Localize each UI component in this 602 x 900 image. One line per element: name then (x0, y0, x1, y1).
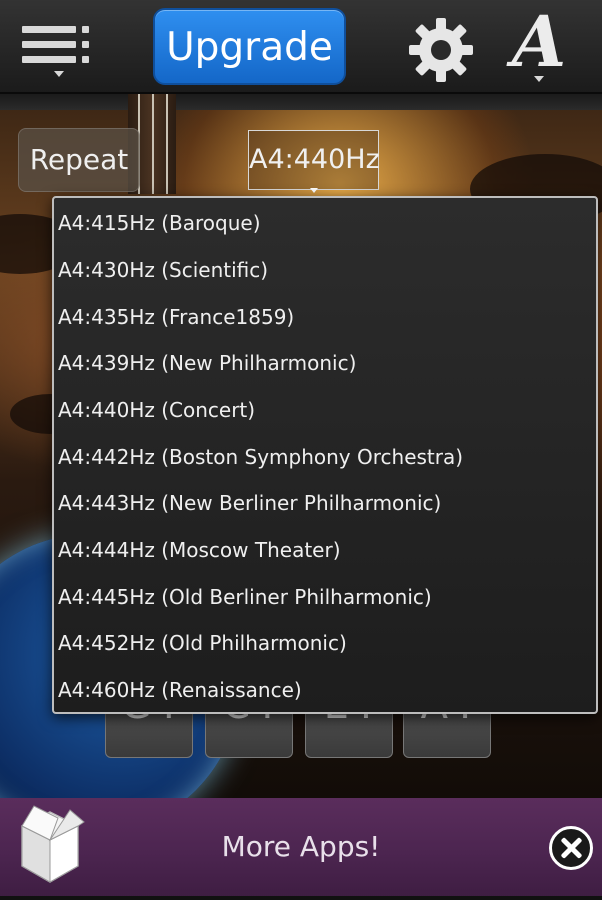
pitch-select[interactable]: A4:440Hz (248, 130, 380, 193)
font-button[interactable]: A (503, 6, 575, 86)
close-icon[interactable] (549, 826, 593, 870)
pitch-option[interactable]: A4:445Hz (Old Berliner Philharmonic) (58, 574, 588, 620)
pitch-dropdown-list: A4:415Hz (Baroque) A4:430Hz (Scientific)… (52, 196, 598, 714)
bottom-strip (0, 896, 602, 900)
gear-icon (409, 18, 473, 82)
more-apps-link[interactable]: More Apps! (0, 798, 602, 898)
pitch-option[interactable]: A4:443Hz (New Berliner Philharmonic) (58, 480, 588, 526)
pitch-option[interactable]: A4:452Hz (Old Philharmonic) (58, 620, 588, 666)
pitch-option[interactable]: A4:442Hz (Boston Symphony Orchestra) (58, 434, 588, 480)
settings-button[interactable] (405, 14, 477, 86)
pitch-option[interactable]: A4:430Hz (Scientific) (58, 247, 588, 293)
pitch-option[interactable]: A4:444Hz (Moscow Theater) (58, 527, 588, 573)
font-icon: A (511, 0, 567, 83)
pitch-option[interactable]: A4:460Hz (Renaissance) (58, 667, 588, 713)
dropdown-caret-icon (310, 188, 318, 193)
pitch-option[interactable]: A4:435Hz (France1859) (58, 294, 588, 340)
pitch-option[interactable]: A4:439Hz (New Philharmonic) (58, 340, 588, 386)
upgrade-button[interactable]: Upgrade (153, 8, 346, 85)
pitch-select-value: A4:440Hz (249, 144, 380, 175)
menu-button[interactable] (22, 22, 94, 78)
pitch-option[interactable]: A4:440Hz (Concert) (58, 387, 588, 433)
repeat-button[interactable]: Repeat (18, 128, 140, 192)
ad-banner[interactable]: More Apps! (0, 798, 602, 898)
top-toolbar: Upgrade A (0, 0, 602, 94)
pitch-option[interactable]: A4:415Hz (Baroque) (58, 200, 588, 246)
